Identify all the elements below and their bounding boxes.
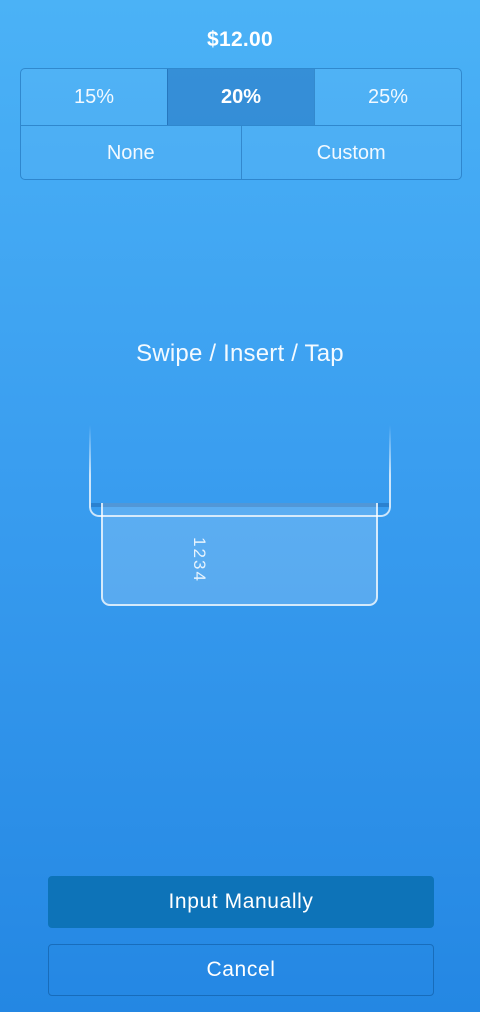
tip-row-other: None Custom bbox=[21, 125, 461, 179]
payment-prompt: Swipe / Insert / Tap bbox=[136, 340, 344, 367]
tip-option-20[interactable]: 20% bbox=[167, 69, 314, 125]
tip-option-custom[interactable]: Custom bbox=[240, 126, 461, 179]
tip-option-none[interactable]: None bbox=[21, 126, 241, 179]
tip-option-15[interactable]: 15% bbox=[21, 69, 167, 125]
cancel-button[interactable]: Cancel bbox=[48, 944, 434, 996]
charge-amount: $12.00 bbox=[206, 28, 274, 51]
tip-row-percent: 15% 20% 25% bbox=[21, 69, 461, 125]
tip-option-25[interactable]: 25% bbox=[314, 69, 461, 125]
credit-card-icon bbox=[101, 503, 378, 606]
input-manually-button[interactable]: Input Manually bbox=[48, 876, 434, 928]
card-number: 1234 bbox=[190, 537, 209, 583]
tip-selector: 15% 20% 25% None Custom bbox=[20, 68, 462, 180]
